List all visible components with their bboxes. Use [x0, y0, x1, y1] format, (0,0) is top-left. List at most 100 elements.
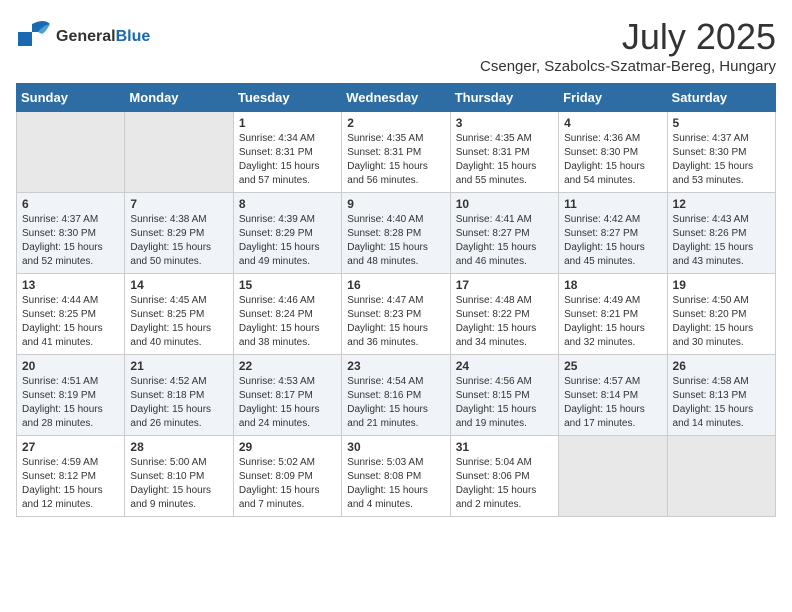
day-info: Sunrise: 4:50 AM Sunset: 8:20 PM Dayligh… [673, 294, 770, 350]
weekday-header-thursday: Thursday [450, 84, 558, 112]
calendar-cell: 22 Sunrise: 4:53 AM Sunset: 8:17 PM Dayli… [233, 355, 341, 436]
day-number: 22 [239, 359, 336, 373]
calendar-cell: 17Sunrise: 4:48 AM Sunset: 8:22 PM Dayli… [450, 274, 558, 355]
day-number: 4 [564, 116, 661, 130]
calendar-cell: 12 Sunrise: 4:43 AM Sunset: 8:26 PM Dayli… [667, 193, 775, 274]
day-number: 2 [347, 116, 444, 130]
day-number: 17 [456, 278, 553, 292]
day-info: Sunrise: 4:49 AM Sunset: 8:21 PM Dayligh… [564, 294, 661, 350]
day-info: Sunrise: 4:54 AM Sunset: 8:16 PM Dayligh… [347, 375, 444, 431]
calendar-cell [559, 436, 667, 517]
day-info: Sunrise: 4:42 AM Sunset: 8:27 PM Dayligh… [564, 213, 661, 269]
day-info: Sunrise: 4:43 AM Sunset: 8:26 PM Dayligh… [673, 213, 770, 269]
calendar-cell: 27 Sunrise: 4:59 AM Sunset: 8:12 PM Dayli… [17, 436, 125, 517]
day-info: Sunrise: 4:41 AM Sunset: 8:27 PM Dayligh… [456, 213, 553, 269]
calendar-cell: 15 Sunrise: 4:46 AM Sunset: 8:24 PM Dayli… [233, 274, 341, 355]
calendar-cell: 9 Sunrise: 4:40 AM Sunset: 8:28 PM Daylig… [342, 193, 450, 274]
day-info: Sunrise: 4:56 AM Sunset: 8:15 PM Dayligh… [456, 375, 553, 431]
day-info: Sunrise: 4:35 AM Sunset: 8:31 PM Dayligh… [456, 132, 553, 188]
day-info: Sunrise: 4:59 AM Sunset: 8:12 PM Dayligh… [22, 456, 119, 512]
day-info: Sunrise: 4:53 AM Sunset: 8:17 PM Dayligh… [239, 375, 336, 431]
day-number: 8 [239, 197, 336, 211]
calendar-cell: 13Sunrise: 4:44 AM Sunset: 8:25 PM Dayli… [17, 274, 125, 355]
calendar-cell: 7Sunrise: 4:38 AM Sunset: 8:29 PM Daylig… [125, 193, 233, 274]
day-number: 13 [22, 278, 119, 292]
day-number: 29 [239, 440, 336, 454]
logo-icon [16, 16, 52, 57]
calendar-cell: 18 Sunrise: 4:49 AM Sunset: 8:21 PM Dayli… [559, 274, 667, 355]
day-info: Sunrise: 4:47 AM Sunset: 8:23 PM Dayligh… [347, 294, 444, 350]
weekday-header-friday: Friday [559, 84, 667, 112]
calendar-cell: 28Sunrise: 5:00 AM Sunset: 8:10 PM Dayli… [125, 436, 233, 517]
title-area: July 2025 Csenger, Szabolcs-Szatmar-Bere… [480, 16, 776, 75]
day-info: Sunrise: 4:40 AM Sunset: 8:28 PM Dayligh… [347, 213, 444, 269]
day-info: Sunrise: 4:52 AM Sunset: 8:18 PM Dayligh… [130, 375, 227, 431]
weekday-header-row: SundayMondayTuesdayWednesdayThursdayFrid… [17, 84, 776, 112]
day-info: Sunrise: 4:51 AM Sunset: 8:19 PM Dayligh… [22, 375, 119, 431]
day-info: Sunrise: 4:36 AM Sunset: 8:30 PM Dayligh… [564, 132, 661, 188]
calendar-cell: 21 Sunrise: 4:52 AM Sunset: 8:18 PM Dayli… [125, 355, 233, 436]
calendar-cell: 5 Sunrise: 4:37 AM Sunset: 8:30 PM Daylig… [667, 112, 775, 193]
day-number: 23 [347, 359, 444, 373]
day-number: 3 [456, 116, 553, 130]
weekday-header-wednesday: Wednesday [342, 84, 450, 112]
weekday-header-monday: Monday [125, 84, 233, 112]
calendar-cell: 2 Sunrise: 4:35 AM Sunset: 8:31 PM Daylig… [342, 112, 450, 193]
location-title: Csenger, Szabolcs-Szatmar-Bereg, Hungary [480, 58, 776, 75]
day-number: 9 [347, 197, 444, 211]
weekday-header-tuesday: Tuesday [233, 84, 341, 112]
day-number: 18 [564, 278, 661, 292]
day-number: 20 [22, 359, 119, 373]
logo: GeneralBlue [16, 16, 150, 57]
calendar-cell: 1 Sunrise: 4:34 AM Sunset: 8:31 PM Daylig… [233, 112, 341, 193]
calendar-cell: 23 Sunrise: 4:54 AM Sunset: 8:16 PM Dayli… [342, 355, 450, 436]
day-number: 31 [456, 440, 553, 454]
day-number: 26 [673, 359, 770, 373]
day-number: 14 [130, 278, 227, 292]
calendar-cell: 4 Sunrise: 4:36 AM Sunset: 8:30 PM Daylig… [559, 112, 667, 193]
calendar-cell: 6Sunrise: 4:37 AM Sunset: 8:30 PM Daylig… [17, 193, 125, 274]
day-number: 21 [130, 359, 227, 373]
week-row-5: 27 Sunrise: 4:59 AM Sunset: 8:12 PM Dayli… [17, 436, 776, 517]
day-number: 6 [22, 197, 119, 211]
calendar-cell: 25 Sunrise: 4:57 AM Sunset: 8:14 PM Dayli… [559, 355, 667, 436]
header: GeneralBlue July 2025 Csenger, Szabolcs-… [16, 16, 776, 75]
week-row-2: 6Sunrise: 4:37 AM Sunset: 8:30 PM Daylig… [17, 193, 776, 274]
day-number: 15 [239, 278, 336, 292]
calendar-cell: 26 Sunrise: 4:58 AM Sunset: 8:13 PM Dayli… [667, 355, 775, 436]
day-number: 12 [673, 197, 770, 211]
day-info: Sunrise: 4:39 AM Sunset: 8:29 PM Dayligh… [239, 213, 336, 269]
week-row-1: 1 Sunrise: 4:34 AM Sunset: 8:31 PM Daylig… [17, 112, 776, 193]
weekday-header-sunday: Sunday [17, 84, 125, 112]
day-number: 25 [564, 359, 661, 373]
day-info: Sunrise: 4:35 AM Sunset: 8:31 PM Dayligh… [347, 132, 444, 188]
day-info: Sunrise: 4:45 AM Sunset: 8:25 PM Dayligh… [130, 294, 227, 350]
day-info: Sunrise: 4:46 AM Sunset: 8:24 PM Dayligh… [239, 294, 336, 350]
day-number: 28 [130, 440, 227, 454]
day-info: Sunrise: 5:04 AM Sunset: 8:06 PM Dayligh… [456, 456, 553, 512]
day-info: Sunrise: 5:03 AM Sunset: 8:08 PM Dayligh… [347, 456, 444, 512]
day-info: Sunrise: 4:57 AM Sunset: 8:14 PM Dayligh… [564, 375, 661, 431]
calendar-cell: 30Sunrise: 5:03 AM Sunset: 8:08 PM Dayli… [342, 436, 450, 517]
day-info: Sunrise: 4:58 AM Sunset: 8:13 PM Dayligh… [673, 375, 770, 431]
calendar-cell: 19 Sunrise: 4:50 AM Sunset: 8:20 PM Dayli… [667, 274, 775, 355]
day-info: Sunrise: 5:02 AM Sunset: 8:09 PM Dayligh… [239, 456, 336, 512]
day-info: Sunrise: 4:37 AM Sunset: 8:30 PM Dayligh… [673, 132, 770, 188]
day-number: 11 [564, 197, 661, 211]
day-info: Sunrise: 4:34 AM Sunset: 8:31 PM Dayligh… [239, 132, 336, 188]
calendar-table: SundayMondayTuesdayWednesdayThursdayFrid… [16, 83, 776, 517]
calendar-cell [17, 112, 125, 193]
day-number: 5 [673, 116, 770, 130]
day-number: 7 [130, 197, 227, 211]
day-number: 27 [22, 440, 119, 454]
day-number: 16 [347, 278, 444, 292]
calendar-cell: 24Sunrise: 4:56 AM Sunset: 8:15 PM Dayli… [450, 355, 558, 436]
calendar-cell [125, 112, 233, 193]
calendar-cell: 10Sunrise: 4:41 AM Sunset: 8:27 PM Dayli… [450, 193, 558, 274]
day-number: 19 [673, 278, 770, 292]
calendar-cell: 29 Sunrise: 5:02 AM Sunset: 8:09 PM Dayli… [233, 436, 341, 517]
day-number: 1 [239, 116, 336, 130]
calendar-cell: 31 Sunrise: 5:04 AM Sunset: 8:06 PM Dayli… [450, 436, 558, 517]
logo-text: GeneralBlue [56, 28, 150, 46]
calendar-body: 1 Sunrise: 4:34 AM Sunset: 8:31 PM Daylig… [17, 112, 776, 517]
